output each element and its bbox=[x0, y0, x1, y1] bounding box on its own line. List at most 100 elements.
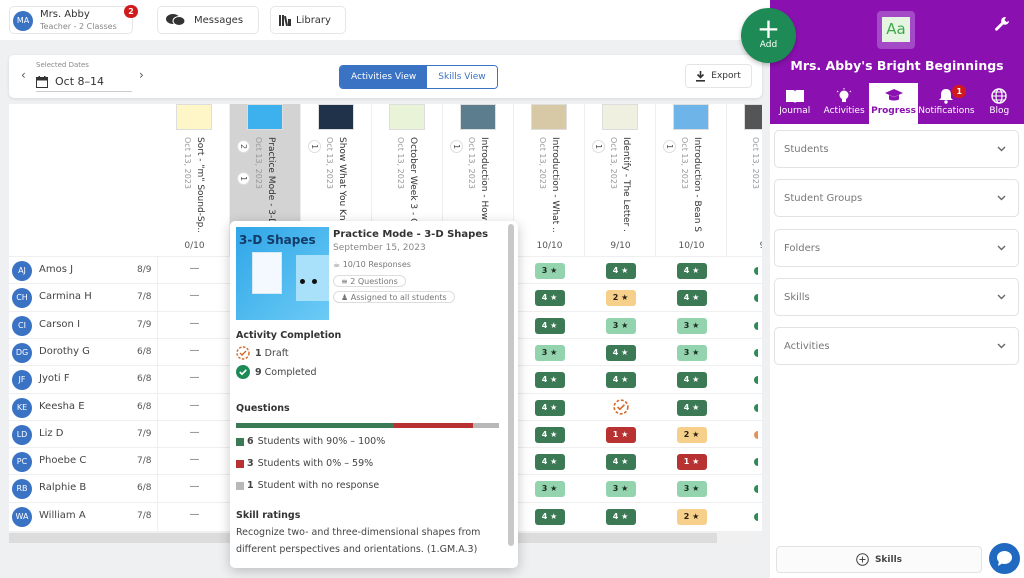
tab-blog[interactable]: Blog bbox=[975, 83, 1024, 124]
class-logo[interactable]: Aa bbox=[877, 11, 915, 49]
tab-progress[interactable]: Progress bbox=[868, 83, 919, 124]
partial-rating-badge[interactable] bbox=[754, 458, 758, 467]
activity-column-header[interactable]: Introduction - What ... Oct 13, 2023 bbox=[514, 104, 585, 256]
wrench-settings-icon[interactable] bbox=[994, 16, 1010, 36]
filter-students[interactable]: Students bbox=[774, 130, 1019, 168]
tab-notifications[interactable]: Notifications 1 bbox=[918, 83, 975, 124]
star-rating-badge[interactable]: 3 ★ bbox=[605, 317, 636, 334]
partial-rating-badge[interactable] bbox=[754, 376, 758, 385]
star-rating-badge[interactable]: 3 ★ bbox=[605, 481, 636, 498]
activity-column-header[interactable]: Identify - The Letter ... Oct 13, 2023 1 bbox=[585, 104, 656, 256]
star-rating-badge[interactable]: 4 ★ bbox=[676, 290, 707, 307]
activity-date: Oct 13, 2023 bbox=[538, 137, 547, 189]
star-rating-badge[interactable]: 3 ★ bbox=[534, 263, 565, 279]
activity-thumbnail bbox=[602, 104, 638, 130]
chevron-down-icon bbox=[997, 292, 1006, 303]
export-button[interactable]: Export bbox=[685, 64, 752, 88]
popover-scrollbar[interactable] bbox=[508, 224, 514, 546]
skills-button-label: Skills bbox=[874, 554, 903, 565]
library-button[interactable]: Library bbox=[270, 6, 346, 34]
add-button[interactable]: + Add bbox=[741, 8, 796, 63]
student-name[interactable]: Keesha E bbox=[39, 401, 85, 412]
star-icon: ★ bbox=[689, 347, 700, 357]
activity-column-header[interactable]: Oct 13, 2023 bbox=[727, 104, 762, 256]
partial-rating-badge[interactable] bbox=[754, 294, 758, 303]
star-rating-badge[interactable]: 3 ★ bbox=[534, 481, 565, 498]
partial-rating-badge[interactable] bbox=[754, 267, 758, 275]
student-name[interactable]: Amos J bbox=[39, 264, 73, 275]
globe-icon bbox=[975, 88, 1024, 104]
star-rating-badge[interactable]: 4 ★ bbox=[534, 454, 565, 471]
star-rating-badge[interactable]: 4 ★ bbox=[676, 399, 707, 416]
star-icon: ★ bbox=[689, 266, 700, 275]
activities-toolbar: ‹ Selected Dates Oct 8–14 › Activities V… bbox=[9, 55, 762, 98]
filter-activities[interactable]: Activities bbox=[774, 327, 1019, 366]
tab-journal[interactable]: Journal bbox=[770, 83, 819, 124]
user-menu[interactable]: MA Mrs. Abby Teacher - 2 Classes 2 bbox=[9, 5, 138, 34]
skills-view-tab[interactable]: Skills View bbox=[427, 66, 497, 88]
draft-status-icon[interactable] bbox=[612, 398, 629, 419]
student-name[interactable]: Liz D bbox=[39, 428, 63, 439]
student-name[interactable]: Jyoti F bbox=[39, 373, 70, 384]
completed-count-line: 9 Completed bbox=[236, 365, 316, 379]
star-rating-badge[interactable]: 3 ★ bbox=[676, 481, 707, 498]
star-rating-badge[interactable]: 3 ★ bbox=[676, 317, 707, 334]
student-avatar: DG bbox=[12, 342, 32, 363]
student-name[interactable]: Ralphie B bbox=[39, 482, 86, 493]
add-skills-button[interactable]: Skills bbox=[776, 546, 982, 573]
activities-view-tab[interactable]: Activities View bbox=[340, 66, 428, 88]
filter-skills[interactable]: Skills bbox=[774, 277, 1019, 316]
star-rating-badge[interactable]: 4 ★ bbox=[534, 426, 565, 443]
chevron-down-icon bbox=[997, 144, 1006, 155]
next-week-button[interactable]: › bbox=[139, 68, 144, 82]
activity-column-header[interactable]: Introduction - Bean S... Oct 13, 2023 1 bbox=[656, 104, 727, 256]
star-rating-badge[interactable]: 4 ★ bbox=[534, 399, 565, 416]
star-rating-badge[interactable]: 4 ★ bbox=[605, 372, 636, 389]
star-rating-badge[interactable]: 4 ★ bbox=[534, 317, 565, 334]
activity-thumbnail: 3-D Shapes bbox=[236, 227, 329, 320]
student-total-score: 6/8 bbox=[137, 401, 152, 412]
star-rating-badge[interactable]: 4 ★ bbox=[534, 508, 565, 525]
partial-rating-badge[interactable] bbox=[754, 403, 758, 412]
star-rating-badge[interactable]: 4 ★ bbox=[605, 263, 636, 279]
student-name[interactable]: William A bbox=[39, 510, 86, 521]
activity-count-pill: 1 bbox=[592, 140, 605, 154]
activity-completion-score: 9 bbox=[727, 241, 762, 251]
star-rating-badge[interactable]: 2 ★ bbox=[676, 426, 707, 443]
star-rating-badge[interactable]: 2 ★ bbox=[605, 290, 636, 307]
star-rating-badge[interactable]: 4 ★ bbox=[605, 454, 636, 471]
partial-rating-badge[interactable] bbox=[754, 430, 758, 439]
star-rating-badge[interactable]: 3 ★ bbox=[676, 344, 707, 361]
star-rating-badge[interactable]: 4 ★ bbox=[605, 508, 636, 525]
star-rating-badge[interactable]: 1 ★ bbox=[605, 426, 636, 443]
filter-label: Folders bbox=[784, 242, 821, 254]
filter-folders[interactable]: Folders bbox=[774, 228, 1019, 267]
partial-rating-badge[interactable] bbox=[754, 512, 758, 521]
tab-activities[interactable]: Activities bbox=[819, 83, 868, 124]
star-rating-badge[interactable]: 4 ★ bbox=[676, 372, 707, 389]
star-rating-badge[interactable]: 4 ★ bbox=[534, 290, 565, 307]
activity-date: Oct 13, 2023 bbox=[680, 137, 689, 189]
partial-rating-badge[interactable] bbox=[754, 485, 758, 494]
star-rating-badge[interactable]: 4 ★ bbox=[534, 372, 565, 389]
student-name[interactable]: Carmina H bbox=[39, 291, 92, 302]
star-rating-badge[interactable]: 4 ★ bbox=[676, 263, 707, 279]
messages-button[interactable]: Messages bbox=[157, 6, 259, 34]
student-name[interactable]: Dorothy G bbox=[39, 346, 90, 357]
star-rating-badge[interactable]: 3 ★ bbox=[534, 344, 565, 361]
activity-column-header[interactable]: Sort - "m" Sound-Sp... Oct 13, 2023 bbox=[159, 104, 230, 256]
filter-student-groups[interactable]: Student Groups bbox=[774, 179, 1019, 218]
partial-rating-badge[interactable] bbox=[754, 321, 758, 330]
prev-week-button[interactable]: ‹ bbox=[21, 68, 26, 82]
user-name: Mrs. Abby bbox=[40, 9, 90, 20]
star-icon: ★ bbox=[618, 457, 629, 467]
star-rating-badge[interactable]: 1 ★ bbox=[676, 454, 707, 471]
student-name[interactable]: Carson I bbox=[39, 319, 80, 330]
date-range-picker[interactable]: Oct 8–14 bbox=[36, 72, 132, 92]
student-name[interactable]: Phoebe C bbox=[39, 455, 86, 466]
partial-rating-badge[interactable] bbox=[754, 348, 758, 357]
chat-support-button[interactable] bbox=[989, 543, 1020, 574]
star-rating-badge[interactable]: 4 ★ bbox=[605, 344, 636, 361]
completion-heading: Activity Completion bbox=[236, 330, 342, 341]
star-rating-badge[interactable]: 2 ★ bbox=[676, 508, 707, 525]
